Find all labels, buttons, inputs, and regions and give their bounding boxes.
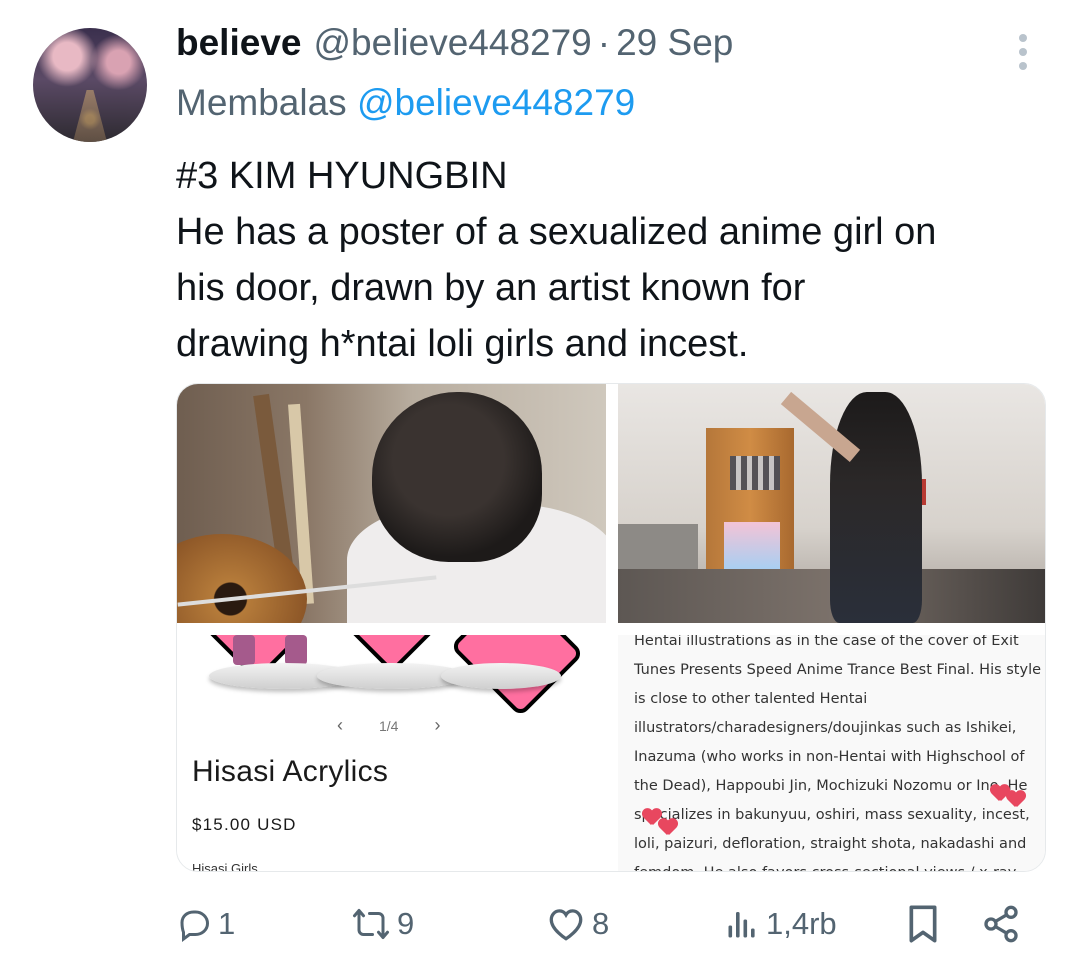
carousel-pager: ‹ 1/4 › — [337, 715, 440, 736]
retweet-count: 9 — [397, 906, 415, 941]
media-shop-screenshot[interactable]: ‹ 1/4 › Hisasi Acrylics $15.00 USD Hisas… — [177, 635, 606, 872]
article-line: femdom. He also favors cross-sectional v… — [634, 859, 1044, 871]
avatar[interactable] — [33, 28, 147, 142]
more-icon[interactable] — [1013, 34, 1033, 70]
media-photo-room[interactable] — [618, 384, 1045, 623]
tweet-text-line: He has a poster of a sexualized anime gi… — [176, 211, 937, 253]
tweet-text-line: drawing h*ntai loli girls and incest. — [176, 323, 749, 365]
bookmark-button[interactable] — [906, 898, 940, 950]
reply-button[interactable]: 1 — [176, 898, 235, 950]
product-price: $15.00 USD — [192, 815, 297, 834]
bookmark-icon — [909, 905, 937, 943]
article-line: loli, paizuri, defloration, straight sho… — [634, 836, 1027, 852]
article-line: Inazuma (who works in non-Hentai with Hi… — [634, 749, 1025, 765]
separator: · — [597, 22, 611, 63]
views-icon — [728, 912, 755, 938]
reply-mention-link[interactable]: @believe448279 — [357, 82, 635, 123]
tweet-header: believe @believe448279 · 29 Sep — [176, 22, 733, 74]
retweet-icon — [353, 909, 389, 939]
article-line: Hentai illustrations as in the case of t… — [634, 635, 1019, 649]
heart-sticker-icon — [658, 819, 678, 837]
reply-context: Membalas @believe448279 — [176, 82, 635, 124]
article-line: the Dead), Happoubi Jin, Mochizuki Nozom… — [634, 778, 1028, 794]
like-count: 8 — [592, 906, 610, 941]
chevron-left-icon: ‹ — [337, 715, 343, 735]
article-line: is close to other talented Hentai — [634, 691, 868, 707]
article-line: specializes in bakunyuu, oshiri, mass se… — [634, 807, 1030, 823]
product-subtitle: Hisasi Girls — [192, 861, 258, 872]
tweet-actions: 1 9 8 1,4rb — [176, 898, 1036, 950]
reply-icon — [180, 910, 210, 942]
timestamp[interactable]: 29 Sep — [616, 22, 733, 64]
article-line: illustrators/charadesigners/doujinkas su… — [634, 720, 1017, 736]
share-button[interactable] — [981, 898, 1021, 950]
media-article-screenshot[interactable]: Hentai illustrations as in the case of t… — [618, 635, 1045, 871]
heart-sticker-icon — [1006, 791, 1026, 809]
tweet-text: #3 KIM HYUNGBIN He has a poster of a sex… — [176, 148, 1056, 372]
display-name[interactable]: believe — [176, 22, 301, 64]
product-title: Hisasi Acrylics — [192, 755, 389, 788]
article-text: Hentai illustrations as in the case of t… — [634, 635, 1044, 871]
article-line: Tunes Presents Speed Anime Trance Best F… — [634, 662, 1042, 678]
reply-count: 1 — [218, 906, 236, 941]
views-button[interactable]: 1,4rb — [724, 898, 837, 950]
chevron-right-icon: › — [434, 715, 441, 735]
media-photo-guitarist[interactable] — [177, 384, 606, 623]
handle[interactable]: @believe448279 — [313, 22, 591, 64]
pager-index: 1/4 — [379, 717, 399, 734]
views-count: 1,4rb — [766, 906, 837, 941]
reply-prefix: Membalas — [176, 82, 347, 123]
retweet-button[interactable]: 9 — [351, 898, 414, 950]
share-icon — [984, 905, 1018, 943]
media-grid: ‹ 1/4 › Hisasi Acrylics $15.00 USD Hisas… — [176, 383, 1046, 872]
like-icon — [549, 909, 583, 941]
tweet-text-line: his door, drawn by an artist known for — [176, 267, 806, 309]
tweet-text-line: #3 KIM HYUNGBIN — [176, 155, 508, 197]
like-button[interactable]: 8 — [546, 898, 609, 950]
avatar-image-detail — [73, 90, 107, 142]
